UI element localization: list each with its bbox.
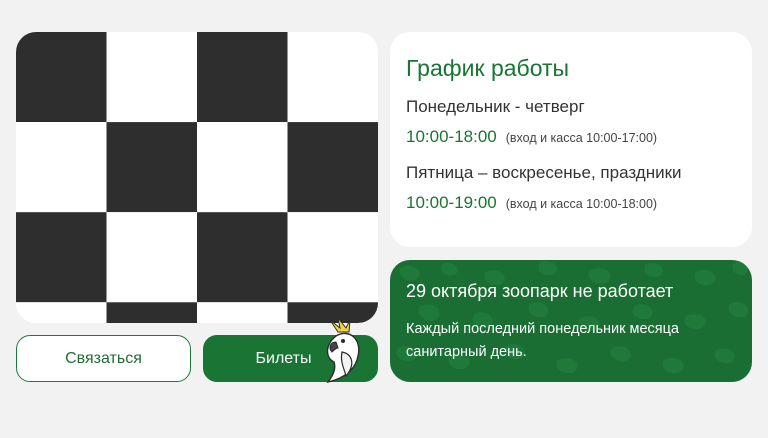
contact-button[interactable]: Связаться	[16, 335, 191, 382]
schedule-hours-weekend: 10:00-19:00	[406, 193, 497, 212]
schedule-card: График работы Понедельник - четверг 10:0…	[390, 32, 752, 247]
checker-cell	[106, 212, 197, 303]
schedule-title: График работы	[406, 55, 570, 81]
schedule-days-weekdays: Понедельник - четверг	[406, 97, 585, 116]
closure-notice-card: 29 октября зоопарк не работает Каждый по…	[390, 260, 752, 382]
checkerboard-image	[16, 32, 378, 323]
checker-cell	[197, 122, 288, 213]
schedule-hours-weekdays: 10:00-18:00	[406, 127, 497, 146]
schedule-hours-row-weekend: 10:00-19:00 (вход и касса 10:00-18:00)	[406, 192, 736, 214]
checker-cell	[16, 32, 107, 123]
schedule-note-weekdays: (вход и касса 10:00-17:00)	[505, 131, 658, 145]
checker-cell	[197, 212, 288, 303]
tickets-button-label: Билеты	[255, 349, 312, 367]
schedule-days-weekend: Пятница – воскресенье, праздники	[406, 163, 682, 182]
closure-notice-description: Каждый последний понедельник месяца сани…	[406, 321, 680, 360]
contact-button-label: Связаться	[65, 349, 142, 367]
checker-cell	[106, 302, 197, 323]
placeholder-image	[16, 32, 378, 323]
checker-cell	[287, 122, 378, 213]
schedule-hours-row-weekdays: 10:00-18:00 (вход и касса 10:00-17:00)	[406, 126, 736, 148]
checker-cell	[16, 122, 107, 213]
checker-cell	[16, 212, 107, 303]
checker-cell	[287, 32, 378, 123]
checker-cell	[106, 122, 197, 213]
cockatoo-icon	[326, 318, 360, 384]
checker-cell	[106, 32, 197, 123]
checker-cell	[197, 302, 288, 323]
closure-notice-title: 29 октября зоопарк не работает	[406, 281, 674, 301]
checker-cell	[287, 212, 378, 303]
schedule-note-weekend: (вход и касса 10:00-18:00)	[505, 197, 658, 211]
checker-cell	[16, 302, 107, 323]
checker-cell	[197, 32, 288, 123]
